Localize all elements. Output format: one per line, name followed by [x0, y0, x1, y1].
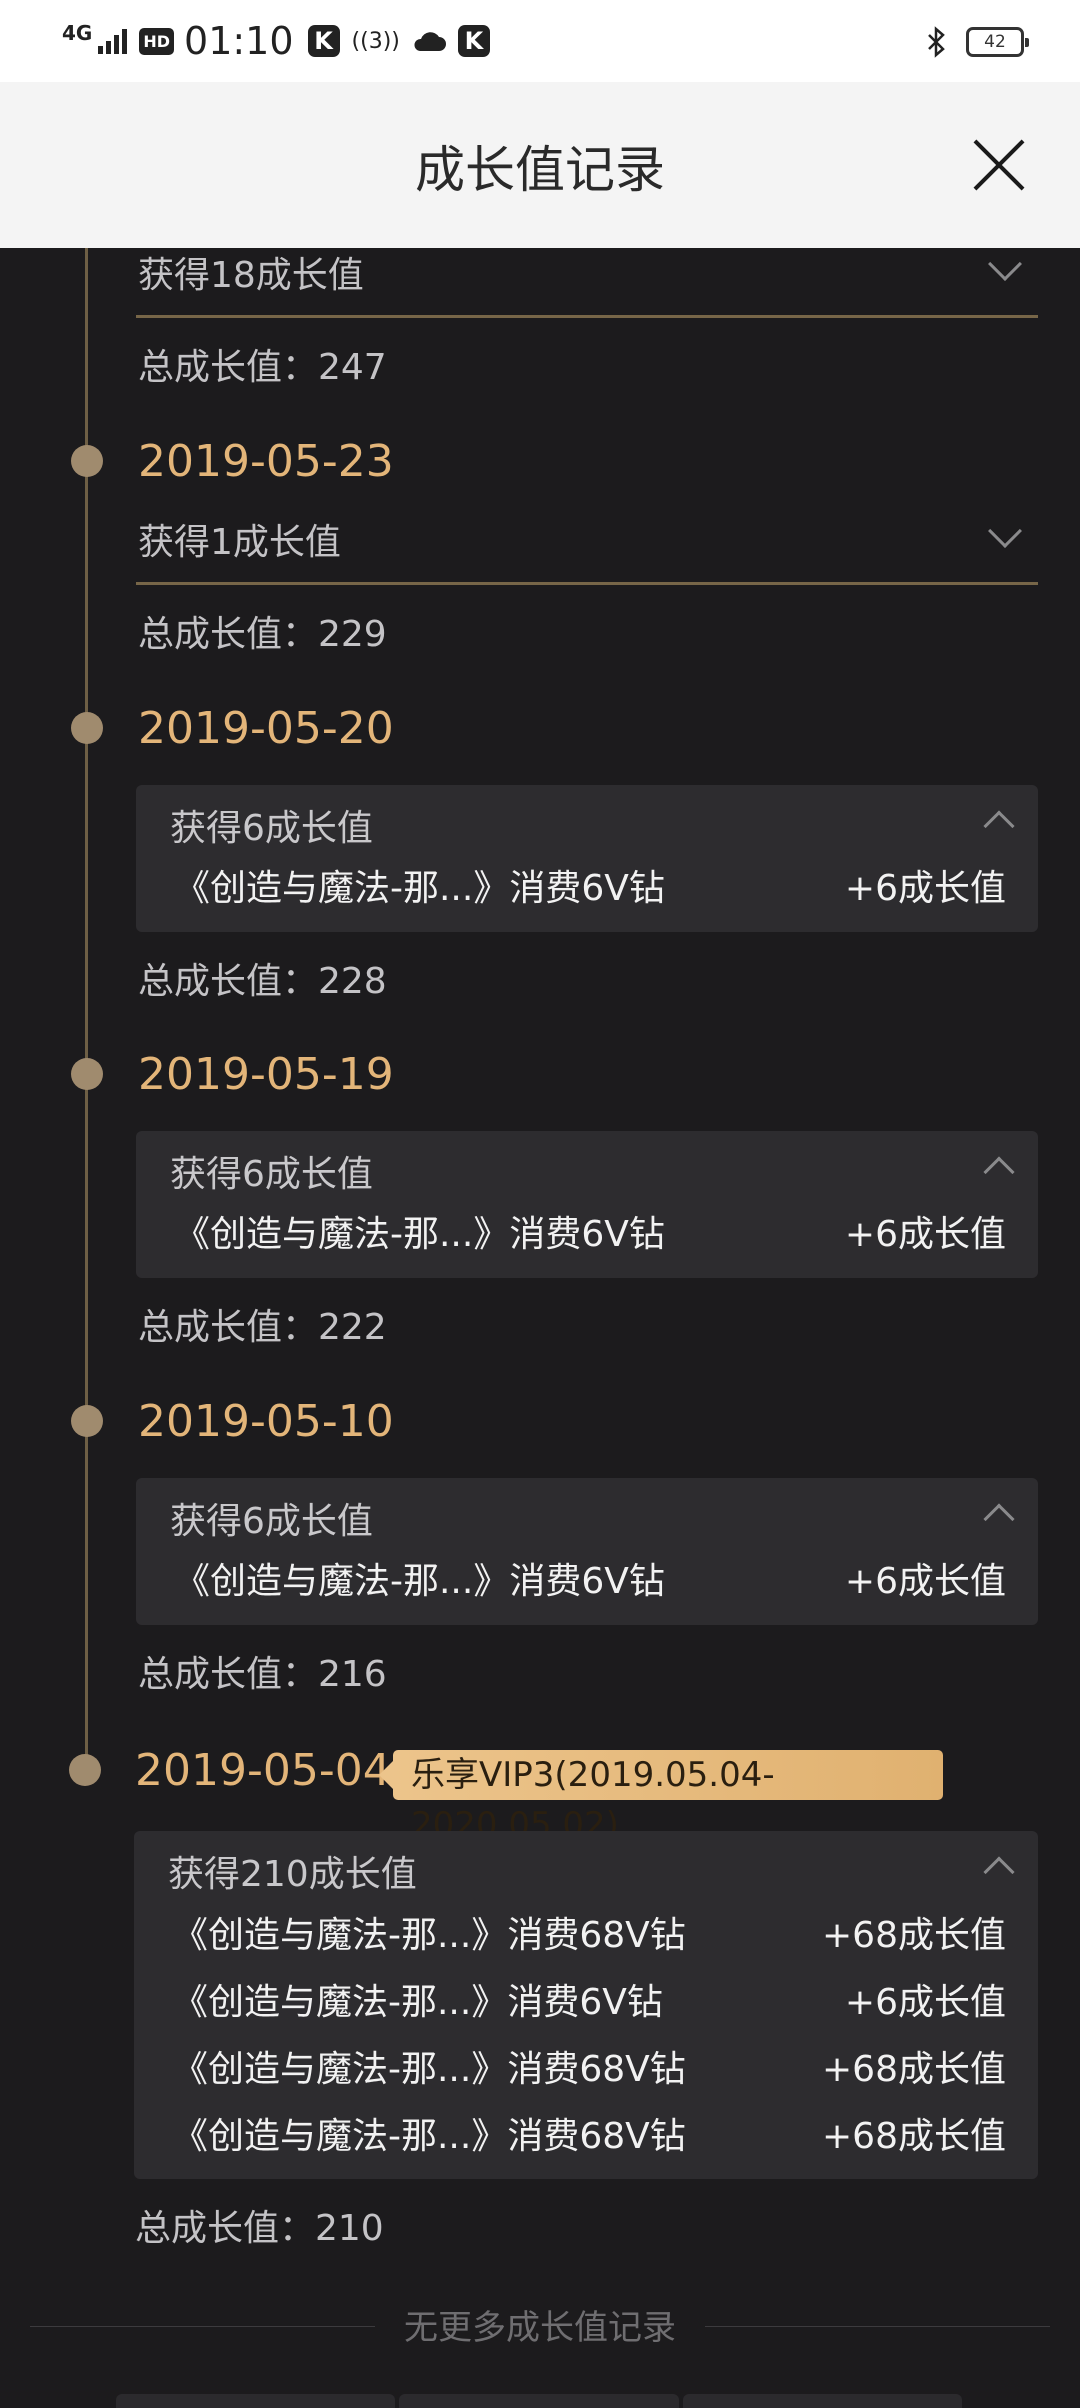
- timeline-dot: [71, 1405, 103, 1437]
- status-bar: 4G HD 01:10 K ((3)) K 42: [0, 0, 1080, 82]
- entry-summary[interactable]: 获得6成长值: [170, 1492, 373, 1544]
- app-notification-icon: K: [307, 25, 340, 57]
- entry-summary[interactable]: 获得6成长值: [170, 799, 373, 851]
- entry-date: 2019-05-10: [138, 1396, 394, 1447]
- battery-icon: 42: [966, 27, 1029, 57]
- timeline-line: [85, 248, 88, 1778]
- timeline-dot: [71, 1058, 103, 1090]
- chevron-up-icon[interactable]: [983, 1503, 1015, 1535]
- bottom-bar-edge: [116, 2394, 962, 2408]
- entry-date: 2019-05-20: [138, 703, 394, 754]
- detail-desc: 《创造与魔法-那...》消费6V钻: [174, 868, 665, 909]
- entry-total: 总成长值：216: [138, 1654, 387, 1695]
- detail-value: +6成长值: [844, 1561, 1006, 1602]
- detail-row: 《创造与魔法-那...》消费6V钻 +6成长值: [174, 852, 1006, 918]
- timeline-dot: [69, 1754, 101, 1786]
- detail-desc: 《创造与魔法-那...》消费6V钻: [172, 1982, 663, 2023]
- chevron-down-icon[interactable]: [988, 247, 1022, 281]
- entry-detail-card: 获得6成长值 《创造与魔法-那...》消费6V钻 +6成长值: [136, 1478, 1038, 1625]
- title-bar: 成长值记录: [0, 82, 1080, 248]
- chevron-up-icon[interactable]: [983, 1156, 1015, 1188]
- chevron-up-icon[interactable]: [983, 810, 1015, 842]
- entry-summary[interactable]: 获得18成长值: [138, 246, 364, 298]
- entry-summary[interactable]: 获得1成长值: [138, 513, 341, 565]
- chevron-down-icon[interactable]: [988, 514, 1022, 548]
- entry-divider: [136, 582, 1038, 585]
- vip-level-badge: 乐享VIP3(2019.05.04-2020.05.02): [379, 1750, 943, 1845]
- entry-date: 2019-05-04: [135, 1745, 391, 1796]
- detail-row: 《创造与魔法-那...》消费68V钻 +68成长值: [172, 1899, 1006, 1965]
- detail-row: 《创造与魔法-那...》消费68V钻 +68成长值: [172, 2100, 1006, 2166]
- page-title: 成长值记录: [415, 141, 665, 199]
- entry-total: 总成长值：228: [138, 961, 387, 1002]
- detail-row: 《创造与魔法-那...》消费6V钻 +6成长值: [172, 1966, 1006, 2032]
- close-icon[interactable]: [970, 137, 1026, 193]
- no-more-records: 无更多成长值记录: [30, 2300, 1050, 2352]
- entry-total: 总成长值：247: [138, 347, 387, 388]
- detail-value: +6成长值: [844, 1214, 1006, 1255]
- detail-row: 《创造与魔法-那...》消费68V钻 +68成长值: [172, 2033, 1006, 2099]
- cloud-icon: [414, 32, 446, 51]
- status-time: 01:10: [184, 19, 294, 63]
- signal-icon: [98, 28, 128, 54]
- no-more-records-text: 无更多成长值记录: [404, 2308, 676, 2348]
- hotspot-icon: ((3)): [351, 28, 400, 54]
- growth-record-screen: 4G HD 01:10 K ((3)) K 42 成长值记录 获得18成长值 总…: [0, 0, 1080, 2408]
- battery-level: 42: [984, 32, 1006, 52]
- entry-total: 总成长值：229: [138, 614, 387, 655]
- detail-value: +6成长值: [844, 868, 1006, 909]
- entry-detail-card: 获得6成长值 《创造与魔法-那...》消费6V钻 +6成长值: [136, 785, 1038, 932]
- entry-divider: [136, 315, 1038, 318]
- entry-summary[interactable]: 获得210成长值: [168, 1845, 417, 1897]
- detail-desc: 《创造与魔法-那...》消费68V钻: [172, 2049, 686, 2090]
- hd-icon: HD: [139, 27, 175, 55]
- app-notification-icon: K: [457, 25, 490, 57]
- timeline-dot: [71, 445, 103, 477]
- entry-total: 总成长值：222: [138, 1307, 387, 1348]
- entry-total: 总成长值：210: [135, 2208, 384, 2249]
- entry-detail-card: 获得210成长值 《创造与魔法-那...》消费68V钻 +68成长值 《创造与魔…: [134, 1831, 1038, 2179]
- entry-date: 2019-05-23: [138, 436, 394, 487]
- detail-row: 《创造与魔法-那...》消费6V钻 +6成长值: [174, 1198, 1006, 1264]
- detail-row: 《创造与魔法-那...》消费6V钻 +6成长值: [174, 1545, 1006, 1611]
- detail-value: +68成长值: [822, 1915, 1006, 1956]
- network-type: 4G: [62, 21, 93, 45]
- detail-value: +68成长值: [822, 2116, 1006, 2157]
- detail-desc: 《创造与魔法-那...》消费6V钻: [174, 1214, 665, 1255]
- detail-desc: 《创造与魔法-那...》消费6V钻: [174, 1561, 665, 1602]
- timeline-dot: [71, 712, 103, 744]
- detail-value: +6成长值: [844, 1982, 1006, 2023]
- detail-desc: 《创造与魔法-那...》消费68V钻: [172, 1915, 686, 1956]
- entry-detail-card: 获得6成长值 《创造与魔法-那...》消费6V钻 +6成长值: [136, 1131, 1038, 1278]
- detail-desc: 《创造与魔法-那...》消费68V钻: [172, 2116, 686, 2157]
- chevron-up-icon[interactable]: [983, 1856, 1015, 1888]
- detail-value: +68成长值: [822, 2049, 1006, 2090]
- entry-date: 2019-05-19: [138, 1049, 394, 1100]
- bluetooth-icon: [928, 26, 945, 58]
- entry-summary[interactable]: 获得6成长值: [170, 1145, 373, 1197]
